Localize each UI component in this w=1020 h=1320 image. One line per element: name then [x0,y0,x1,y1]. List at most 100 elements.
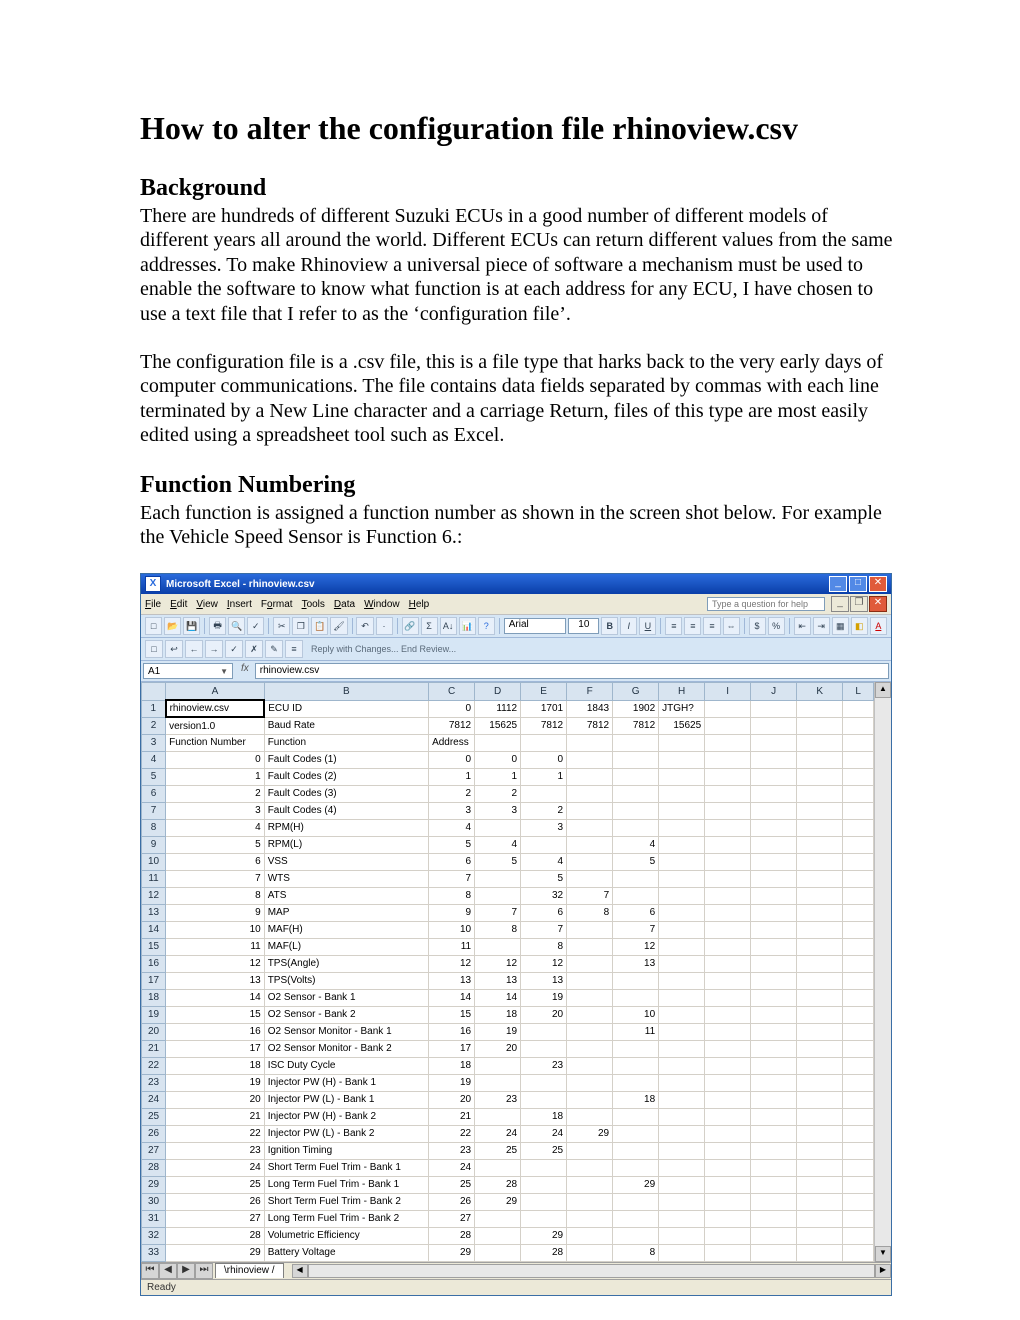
cell[interactable] [705,955,751,972]
cell[interactable]: 6 [521,904,567,921]
open-icon[interactable]: 📂 [164,617,181,635]
cell[interactable]: 18 [429,1057,475,1074]
cell[interactable] [613,1057,659,1074]
cell[interactable]: 18 [613,1091,659,1108]
font-name-select[interactable]: Arial [504,618,567,634]
grid-row[interactable]: 2824Short Term Fuel Trim - Bank 124 [142,1159,874,1176]
cell[interactable] [797,1006,843,1023]
cell[interactable] [797,819,843,836]
cell[interactable] [797,1227,843,1244]
cell[interactable] [659,1091,705,1108]
cell[interactable] [751,1227,797,1244]
cell[interactable] [797,1244,843,1261]
cell[interactable] [797,1108,843,1125]
scroll-right-icon[interactable]: ▶ [875,1264,891,1278]
cell[interactable]: 4 [429,819,475,836]
grid-row[interactable]: 3228Volumetric Efficiency2829 [142,1227,874,1244]
cell[interactable] [659,938,705,955]
column-headers[interactable]: A B C D E F G H I J K L [142,683,874,701]
cell[interactable]: MAF(H) [264,921,428,938]
cell[interactable]: Function [264,734,428,751]
cell[interactable]: 3 [521,819,567,836]
cell[interactable]: 7 [475,904,521,921]
cell[interactable]: Fault Codes (4) [264,802,428,819]
cell[interactable] [659,1142,705,1159]
row-header[interactable]: 17 [142,972,166,989]
cell[interactable]: Ignition Timing [264,1142,428,1159]
sheet-tab[interactable]: \rhinoview / [215,1263,284,1278]
grid-row[interactable]: 2version1.0Baud Rate78121562578127812781… [142,717,874,734]
row-header[interactable]: 7 [142,802,166,819]
cell[interactable]: 4 [475,836,521,853]
cell[interactable]: 29 [475,1193,521,1210]
cell[interactable]: 13 [613,955,659,972]
cell[interactable] [751,972,797,989]
cell[interactable] [659,870,705,887]
cell[interactable] [797,1193,843,1210]
row-header[interactable]: 21 [142,1040,166,1057]
cell[interactable]: 2 [475,785,521,802]
cell[interactable] [751,768,797,785]
cell[interactable] [567,938,613,955]
cell[interactable] [751,1023,797,1040]
font-size-select[interactable]: 10 [568,618,599,634]
cell[interactable] [659,989,705,1006]
grid-row[interactable]: 2319Injector PW (H) - Bank 119 [142,1074,874,1091]
cell[interactable]: Address [429,734,475,751]
cell[interactable] [751,1142,797,1159]
cell[interactable]: 6 [429,853,475,870]
cell[interactable] [567,921,613,938]
grid-row[interactable]: 2723Ignition Timing232525 [142,1142,874,1159]
cell[interactable]: 18 [475,1006,521,1023]
menu-edit[interactable]: Edit [170,599,187,610]
cell[interactable] [751,717,797,734]
row-header[interactable]: 6 [142,785,166,802]
cell[interactable] [521,836,567,853]
cell[interactable] [659,853,705,870]
cell[interactable] [705,921,751,938]
undo-icon[interactable]: ↶ [356,617,373,635]
cell[interactable] [567,819,613,836]
cell[interactable] [751,751,797,768]
cell[interactable]: 15 [429,1006,475,1023]
grid-row[interactable]: 3Function NumberFunctionAddress [142,734,874,751]
cell[interactable]: 23 [475,1091,521,1108]
grid-row[interactable]: 1915O2 Sensor - Bank 215182010 [142,1006,874,1023]
row-header[interactable]: 8 [142,819,166,836]
cell[interactable]: 1 [475,768,521,785]
grid-row[interactable]: 95RPM(L)544 [142,836,874,853]
grid-row[interactable]: 106VSS6545 [142,853,874,870]
cell[interactable]: O2 Sensor Monitor - Bank 2 [264,1040,428,1057]
cell[interactable]: 1902 [613,700,659,717]
cell[interactable]: 0 [429,751,475,768]
cell[interactable]: 8 [521,938,567,955]
row-header[interactable]: 11 [142,870,166,887]
cell[interactable]: Long Term Fuel Trim - Bank 2 [264,1210,428,1227]
italic-button[interactable]: I [620,617,637,635]
copy-icon[interactable]: ❐ [292,617,309,635]
cell[interactable] [751,785,797,802]
cell[interactable]: 3 [475,802,521,819]
cell[interactable] [751,1040,797,1057]
grid-row[interactable]: 1814O2 Sensor - Bank 1141419 [142,989,874,1006]
cell[interactable] [797,1142,843,1159]
cell[interactable] [659,802,705,819]
cell[interactable]: 10 [166,921,265,938]
menu-help[interactable]: Help [409,599,430,610]
currency-icon[interactable]: $ [749,617,766,635]
cell[interactable] [797,853,843,870]
cell[interactable] [705,1091,751,1108]
cell[interactable] [705,768,751,785]
cell[interactable]: 16 [166,1023,265,1040]
cell[interactable] [521,1193,567,1210]
col-header[interactable]: J [751,683,797,701]
row-header[interactable]: 33 [142,1244,166,1261]
align-center-icon[interactable]: ≡ [684,617,701,635]
cell[interactable]: 1 [521,768,567,785]
sort-asc-icon[interactable]: A↓ [440,617,457,635]
cell[interactable] [797,921,843,938]
grid-row[interactable]: 62Fault Codes (3)22 [142,785,874,802]
cell[interactable]: MAF(L) [264,938,428,955]
cell[interactable]: 19 [166,1074,265,1091]
cell[interactable]: 3 [166,802,265,819]
